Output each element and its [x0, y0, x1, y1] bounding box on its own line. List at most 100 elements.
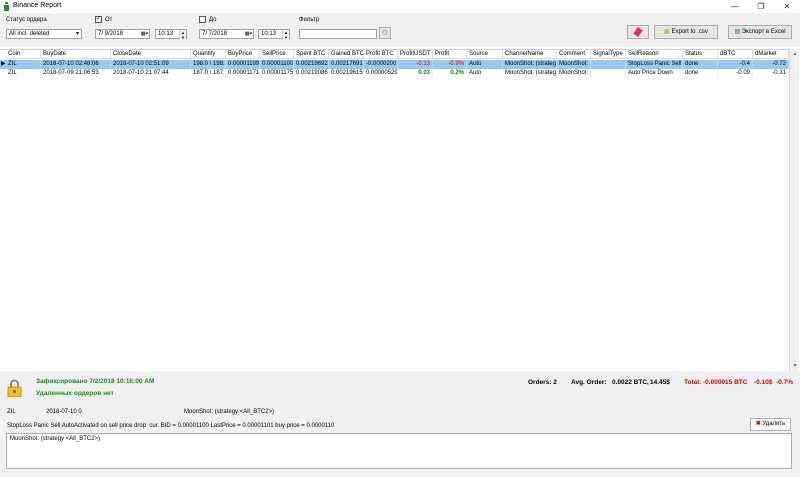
table-cell: -0.9%	[433, 60, 467, 69]
table-cell: 2018-07-09 21:06:53	[41, 69, 111, 78]
table-cell: -0.00002001	[366, 60, 398, 69]
column-header[interactable]: SellPrice	[260, 50, 294, 59]
detail-reason: StopLoss Panic Sell AutoActivated on sel…	[7, 423, 335, 429]
column-header[interactable]: Gained BTC	[329, 50, 364, 59]
from-checkbox[interactable]: ✓	[95, 16, 102, 23]
status-label: Статус ордера	[6, 17, 47, 23]
filter-input[interactable]	[299, 29, 377, 39]
table-cell: 0.00219615	[331, 69, 364, 78]
delete-button[interactable]: ✖ Удалить	[750, 418, 791, 431]
avg-order-usd: 14.45$	[650, 379, 670, 386]
calendar-icon[interactable]: ▦▾	[141, 30, 148, 38]
delete-icon: ✖	[755, 421, 761, 427]
table-cell: MoonShot: (strategy	[557, 69, 591, 78]
export-csv-button[interactable]: ▦ Export to .csv	[654, 25, 718, 39]
filter-toolbar: Статус ордера All incl. deleted ▼ ✓ От 7…	[0, 13, 800, 47]
refresh-icon: ♲	[381, 28, 389, 37]
avg-order-label: Avg. Order:	[571, 379, 607, 386]
chevron-down-icon: ▼	[75, 31, 80, 37]
table-row[interactable]: ▶ ZIL 2018-07-10 02:48:06 2018-07-10 02:51:…	[0, 60, 789, 69]
table-cell: -0.72	[753, 60, 789, 69]
vertical-scrollbar[interactable]: ▲ ▼	[789, 49, 799, 371]
total-btc: Total: -0.000015 BTC	[684, 379, 748, 386]
column-header[interactable]: ProfitUSDT	[398, 50, 433, 59]
clear-button[interactable]	[627, 25, 649, 39]
column-header[interactable]: Coin	[6, 50, 41, 59]
to-checkbox[interactable]	[199, 16, 206, 23]
from-time-stepper[interactable]: 10:13 ▲ ▼	[155, 29, 187, 40]
recorded-text: Зафиксировано 7/2/2018 10:16:00 AM	[36, 378, 155, 385]
table-cell: 0.00219692	[296, 60, 329, 69]
table-cell: -0.31	[753, 69, 789, 78]
column-header[interactable]: Status	[683, 50, 718, 59]
summary-panel	[0, 371, 800, 405]
window-title: Binance Report	[13, 2, 62, 9]
table-cell: StopLoss Panic Sell Auto	[628, 60, 683, 69]
scroll-up-icon[interactable]: ▲	[790, 49, 800, 59]
column-header[interactable]: Comment	[557, 50, 591, 59]
orders-grid[interactable]: Coin BuyDate CloseDate Quantity BuyPrice Sell…	[0, 49, 789, 371]
table-cell: 2018-07-10 21:07:44	[111, 69, 191, 78]
table-cell: 0.03	[398, 69, 433, 78]
export-excel-label: Экспорт в Excel	[741, 29, 786, 35]
table-cell: 0.00001175	[262, 69, 294, 78]
minimize-button[interactable]: —	[722, 0, 748, 13]
table-cell: MoonShot: (strategy	[557, 60, 591, 69]
title-bar: Binance Report — ❐ ✕	[0, 0, 800, 13]
app-icon	[4, 2, 9, 11]
column-header[interactable]: SellReason	[626, 50, 683, 59]
from-date-value: 7/ 9/2018	[98, 31, 124, 37]
table-cell: 187.0 \ 187.0	[193, 69, 226, 78]
table-cell: ZIL	[6, 69, 41, 78]
table-cell: -0.13	[398, 60, 433, 69]
scroll-down-icon[interactable]: ▼	[790, 361, 800, 371]
column-header[interactable]: Profit	[433, 50, 467, 59]
table-cell: 0.00001100	[262, 60, 294, 69]
column-header[interactable]: CloseDate	[111, 50, 191, 59]
column-header[interactable]: Source	[467, 50, 503, 59]
deleted-orders-text: Удаленных ордеров нет	[36, 390, 114, 397]
close-button[interactable]: ✕	[774, 0, 800, 13]
column-header[interactable]: Profit BTC	[364, 50, 398, 59]
table-cell: 2018-07-10 02:51:09	[111, 60, 191, 69]
column-header[interactable]: ChannelName	[503, 50, 557, 59]
table-row[interactable]: ZIL 2018-07-09 21:06:53 2018-07-10 21:07:4…	[0, 69, 789, 78]
time-spin-icon[interactable]: ▲ ▼	[179, 30, 186, 40]
column-header[interactable]: SignalType	[591, 50, 626, 59]
from-date-picker[interactable]: 7/ 9/2018 ▦▾	[95, 29, 150, 39]
column-header[interactable]: Spent BTC	[294, 50, 329, 59]
column-header[interactable]: BuyPrice	[226, 50, 260, 59]
lock-icon	[7, 379, 22, 397]
detail-coin: ZIL	[7, 409, 16, 415]
column-header[interactable]: BuyDate	[41, 50, 111, 59]
status-select[interactable]: All incl. deleted ▼	[6, 29, 82, 39]
column-header[interactable]: dMarket	[753, 50, 789, 59]
table-cell: 0.00217691	[331, 60, 364, 69]
export-excel-button[interactable]: ▤ Экспорт в Excel	[728, 25, 792, 39]
comment-textarea[interactable]: MoonShot: (strategy <All_BTC2>)	[6, 433, 792, 469]
table-cell: -0.4	[718, 60, 753, 69]
table-cell	[591, 60, 626, 69]
table-cell: 0.00001109	[228, 60, 260, 69]
calendar-icon[interactable]: ▦▾	[245, 30, 252, 38]
orders-count: Orders: 2	[528, 379, 557, 386]
from-time-value: 10:13	[158, 31, 174, 37]
to-label: До	[209, 17, 217, 23]
to-time-stepper[interactable]: 10:13 ▲ ▼	[258, 29, 290, 40]
table-cell: 2018-07-10 02:48:06	[41, 60, 111, 69]
column-header[interactable]: dBTC	[718, 50, 753, 59]
table-cell: -0.09	[718, 69, 753, 78]
to-date-picker[interactable]: 7/ 7/2018 ▦▾	[199, 29, 254, 39]
restore-button[interactable]: ❐	[748, 0, 774, 13]
time-spin-icon[interactable]: ▲ ▼	[282, 30, 289, 40]
column-header[interactable]: Quantity	[191, 50, 226, 59]
delete-label: Удалить	[762, 421, 786, 427]
table-cell: 198.0 \ 198.0	[193, 60, 226, 69]
refresh-button[interactable]: ♲	[379, 27, 391, 39]
row-pointer-icon: ▶	[1, 61, 6, 67]
table-cell: 0.00219086	[296, 69, 329, 78]
csv-icon: ▦	[664, 29, 670, 35]
table-cell: 0.00001171	[228, 69, 260, 78]
excel-icon: ▤	[734, 29, 741, 35]
table-cell: ZIL	[6, 60, 41, 69]
